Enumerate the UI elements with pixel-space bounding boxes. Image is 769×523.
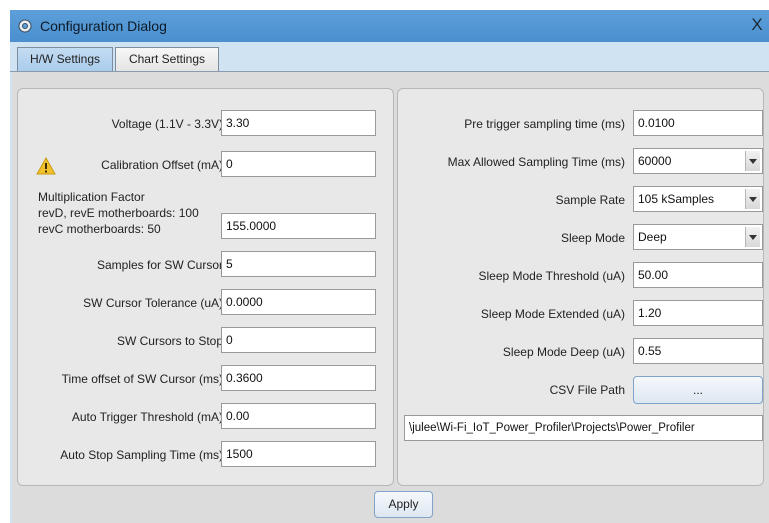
time-offset-sw-cursor-label: Time offset of SW Cursor (ms) xyxy=(61,372,223,386)
hw-settings-panel: Voltage (1.1V - 3.3V) 3.30 Calibration O… xyxy=(17,88,394,486)
samples-sw-cursor-input[interactable]: 5 xyxy=(221,251,376,277)
max-sampling-time-label: Max Allowed Sampling Time (ms) xyxy=(447,155,625,169)
multiplication-factor-label: Multiplication Factor xyxy=(38,190,145,204)
sleep-mode-label: Sleep Mode xyxy=(560,231,625,245)
sleep-mode-deep-input[interactable]: 0.55 xyxy=(633,338,763,364)
chevron-down-icon[interactable] xyxy=(745,227,760,247)
samples-sw-cursor-label: Samples for SW Cursor xyxy=(96,258,223,272)
sw-cursors-to-stop-label: SW Cursors to Stop xyxy=(116,334,223,348)
multiplication-factor-input[interactable]: 155.0000 xyxy=(221,213,376,239)
sleep-mode-threshold-label: Sleep Mode Threshold (uA) xyxy=(478,269,625,283)
auto-trigger-threshold-input[interactable]: 0.00 xyxy=(221,403,376,429)
sw-cursors-to-stop-input[interactable]: 0 xyxy=(221,327,376,353)
multiplication-factor-note-reve: revD, revE motherboards: 100 xyxy=(38,206,199,220)
auto-trigger-threshold-label: Auto Trigger Threshold (mA) xyxy=(71,410,223,424)
sleep-mode-extended-input[interactable]: 1.20 xyxy=(633,300,763,326)
close-button[interactable]: X xyxy=(747,15,767,35)
multiplication-factor-note-revc: revC motherboards: 50 xyxy=(38,222,161,236)
csv-file-path-input[interactable]: \julee\Wi-Fi_IoT_Power_Profiler\Projects… xyxy=(404,415,763,441)
window-title: Configuration Dialog xyxy=(40,18,167,34)
chevron-down-icon[interactable] xyxy=(745,151,760,171)
pre-trigger-time-label: Pre trigger sampling time (ms) xyxy=(464,117,625,131)
sample-rate-select[interactable]: 105 kSamples xyxy=(633,186,763,212)
sample-rate-label: Sample Rate xyxy=(555,193,625,207)
configuration-dialog: Configuration Dialog X H/W Settings Char… xyxy=(10,10,769,523)
calibration-offset-input[interactable]: 0 xyxy=(221,151,376,177)
apply-button[interactable]: Apply xyxy=(374,491,433,518)
sample-rate-value: 105 kSamples xyxy=(638,192,715,206)
auto-stop-sampling-time-label: Auto Stop Sampling Time (ms) xyxy=(60,448,223,462)
voltage-input[interactable]: 3.30 xyxy=(221,110,376,136)
max-sampling-time-value: 60000 xyxy=(638,154,672,168)
tab-chart-settings[interactable]: Chart Settings xyxy=(115,47,219,72)
csv-file-path-label: CSV File Path xyxy=(549,383,625,397)
browse-button[interactable]: ... xyxy=(633,376,763,404)
sampling-settings-panel: Pre trigger sampling time (ms) 0.0100 Ma… xyxy=(397,88,764,486)
chevron-down-icon[interactable] xyxy=(745,189,760,209)
sw-cursor-tolerance-input[interactable]: 0.0000 xyxy=(221,289,376,315)
time-offset-sw-cursor-input[interactable]: 0.3600 xyxy=(221,365,376,391)
sleep-mode-extended-label: Sleep Mode Extended (uA) xyxy=(480,307,625,321)
tab-content: Voltage (1.1V - 3.3V) 3.30 Calibration O… xyxy=(12,72,769,523)
max-sampling-time-select[interactable]: 60000 xyxy=(633,148,763,174)
pre-trigger-time-input[interactable]: 0.0100 xyxy=(633,110,763,136)
voltage-label: Voltage (1.1V - 3.3V) xyxy=(111,117,223,131)
sleep-mode-deep-label: Sleep Mode Deep (uA) xyxy=(502,345,625,359)
auto-stop-sampling-time-input[interactable]: 1500 xyxy=(221,441,376,467)
warning-icon xyxy=(36,157,56,175)
gear-icon xyxy=(18,19,32,33)
sleep-mode-value: Deep xyxy=(638,230,667,244)
title-bar[interactable]: Configuration Dialog X xyxy=(10,10,769,42)
calibration-offset-label: Calibration Offset (mA) xyxy=(101,158,223,172)
tab-hw-settings[interactable]: H/W Settings xyxy=(17,47,113,72)
sleep-mode-threshold-input[interactable]: 50.00 xyxy=(633,262,763,288)
sw-cursor-tolerance-label: SW Cursor Tolerance (uA) xyxy=(83,296,223,310)
sleep-mode-select[interactable]: Deep xyxy=(633,224,763,250)
